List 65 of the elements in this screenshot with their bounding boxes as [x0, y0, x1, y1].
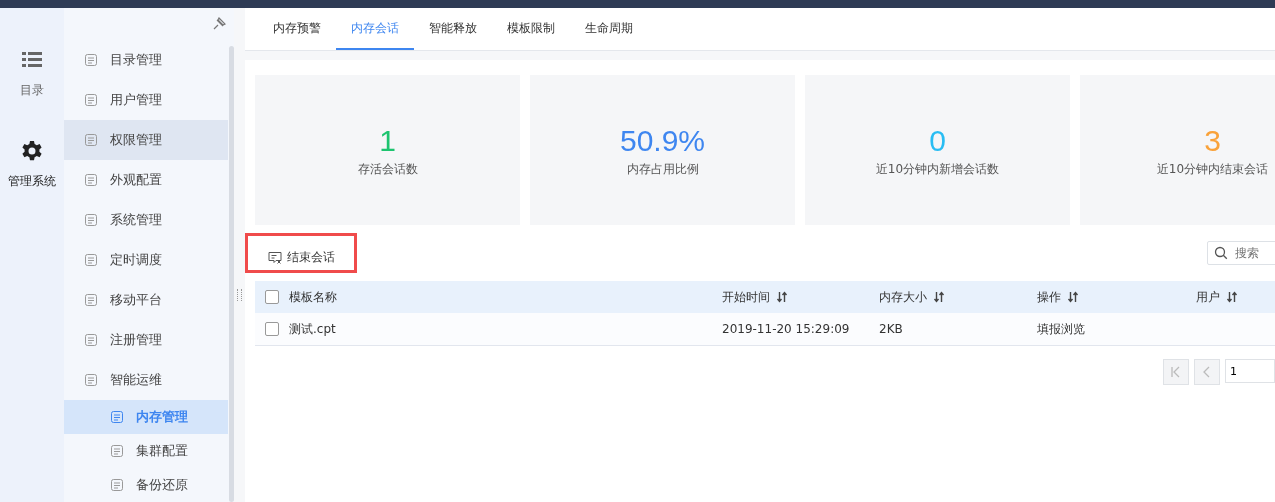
list-icon — [22, 50, 42, 70]
menu-item-icon — [84, 93, 98, 108]
sidebar-subitem[interactable]: 集群配置 — [64, 433, 228, 468]
sort-icon[interactable] — [1226, 291, 1238, 303]
sidebar-item[interactable]: 注册管理 — [64, 319, 228, 360]
checkbox[interactable] — [265, 290, 279, 304]
tab[interactable]: 模板限制 — [492, 8, 570, 50]
tab[interactable]: 智能释放 — [414, 8, 492, 50]
column-header[interactable]: 内存大小 — [879, 288, 927, 306]
checkbox[interactable] — [265, 322, 279, 336]
table-cell: 填报浏览 — [1037, 320, 1085, 338]
search-field[interactable]: 搜索 — [1207, 241, 1275, 265]
stat-value: 1 — [379, 122, 396, 159]
rail-item[interactable]: 管理系统 — [8, 141, 56, 190]
menu-item-icon — [84, 173, 98, 187]
sidebar-item[interactable]: 定时调度 — [64, 239, 228, 280]
menu-item-icon — [110, 409, 124, 424]
sidebar-item[interactable]: 用户管理 — [64, 80, 228, 121]
menu-item-icon — [84, 332, 98, 347]
menu-item-icon — [84, 53, 98, 68]
sort-icon[interactable] — [776, 291, 788, 303]
menu-item-icon — [84, 372, 98, 387]
tab[interactable]: 内存预警 — [258, 8, 336, 50]
settings-icon — [22, 141, 42, 161]
tab[interactable]: 内存会话 — [336, 8, 414, 50]
menu-item-icon — [84, 133, 98, 148]
sort-icon[interactable] — [933, 291, 945, 303]
rail-item[interactable]: 目录 — [20, 50, 44, 99]
menu-item-icon — [110, 443, 124, 458]
table-cell: 2KB — [879, 322, 903, 336]
sidebar-item[interactable]: 移动平台 — [64, 279, 228, 320]
column-header[interactable]: 操作 — [1037, 288, 1061, 306]
stat-label: 近10分钟内新增会话数 — [875, 160, 1000, 178]
table-cell: 测试.cpt — [289, 320, 336, 338]
sidebar-item[interactable]: 目录管理 — [64, 40, 228, 81]
column-header[interactable]: 开始时间 — [722, 288, 770, 306]
first-page-icon — [1170, 366, 1182, 378]
scrollbar[interactable] — [229, 46, 234, 502]
sidebar-item[interactable]: 外观配置 — [64, 160, 228, 200]
sidebar-item[interactable]: 系统管理 — [64, 199, 228, 240]
tab[interactable]: 生命周期 — [570, 8, 648, 50]
end-session-button[interactable]: 结束会话 — [268, 247, 335, 268]
menu-item-icon — [84, 292, 98, 307]
first-page-button[interactable] — [1163, 359, 1189, 385]
menu-item-icon — [84, 252, 98, 267]
column-header[interactable]: 用户 — [1196, 288, 1220, 306]
stat-value: 0 — [929, 122, 946, 159]
sidebar-item[interactable]: 权限管理 — [64, 120, 228, 160]
search-icon — [1214, 246, 1228, 260]
sidebar-item[interactable]: 智能运维 — [64, 359, 228, 400]
stat-value: 3 — [1204, 122, 1221, 159]
menu-item-icon — [110, 478, 124, 492]
pin-icon[interactable] — [212, 17, 226, 32]
stat-label: 存活会话数 — [357, 160, 418, 178]
column-header[interactable]: 模板名称 — [289, 288, 337, 306]
page-number-field[interactable]: 1 — [1225, 359, 1275, 383]
sidebar-subitem[interactable]: 备份还原 — [64, 467, 228, 502]
table-cell: 2019-11-20 15:29:09 — [722, 322, 850, 336]
message-close-icon — [268, 250, 282, 265]
sort-icon[interactable] — [1067, 291, 1079, 303]
resize-handle[interactable] — [237, 289, 242, 301]
stat-label: 近10分钟内结束会话 — [1156, 160, 1269, 178]
menu-item-icon — [84, 212, 98, 227]
stat-label: 内存占用比例 — [626, 160, 699, 178]
stat-value: 50.9% — [619, 122, 706, 159]
